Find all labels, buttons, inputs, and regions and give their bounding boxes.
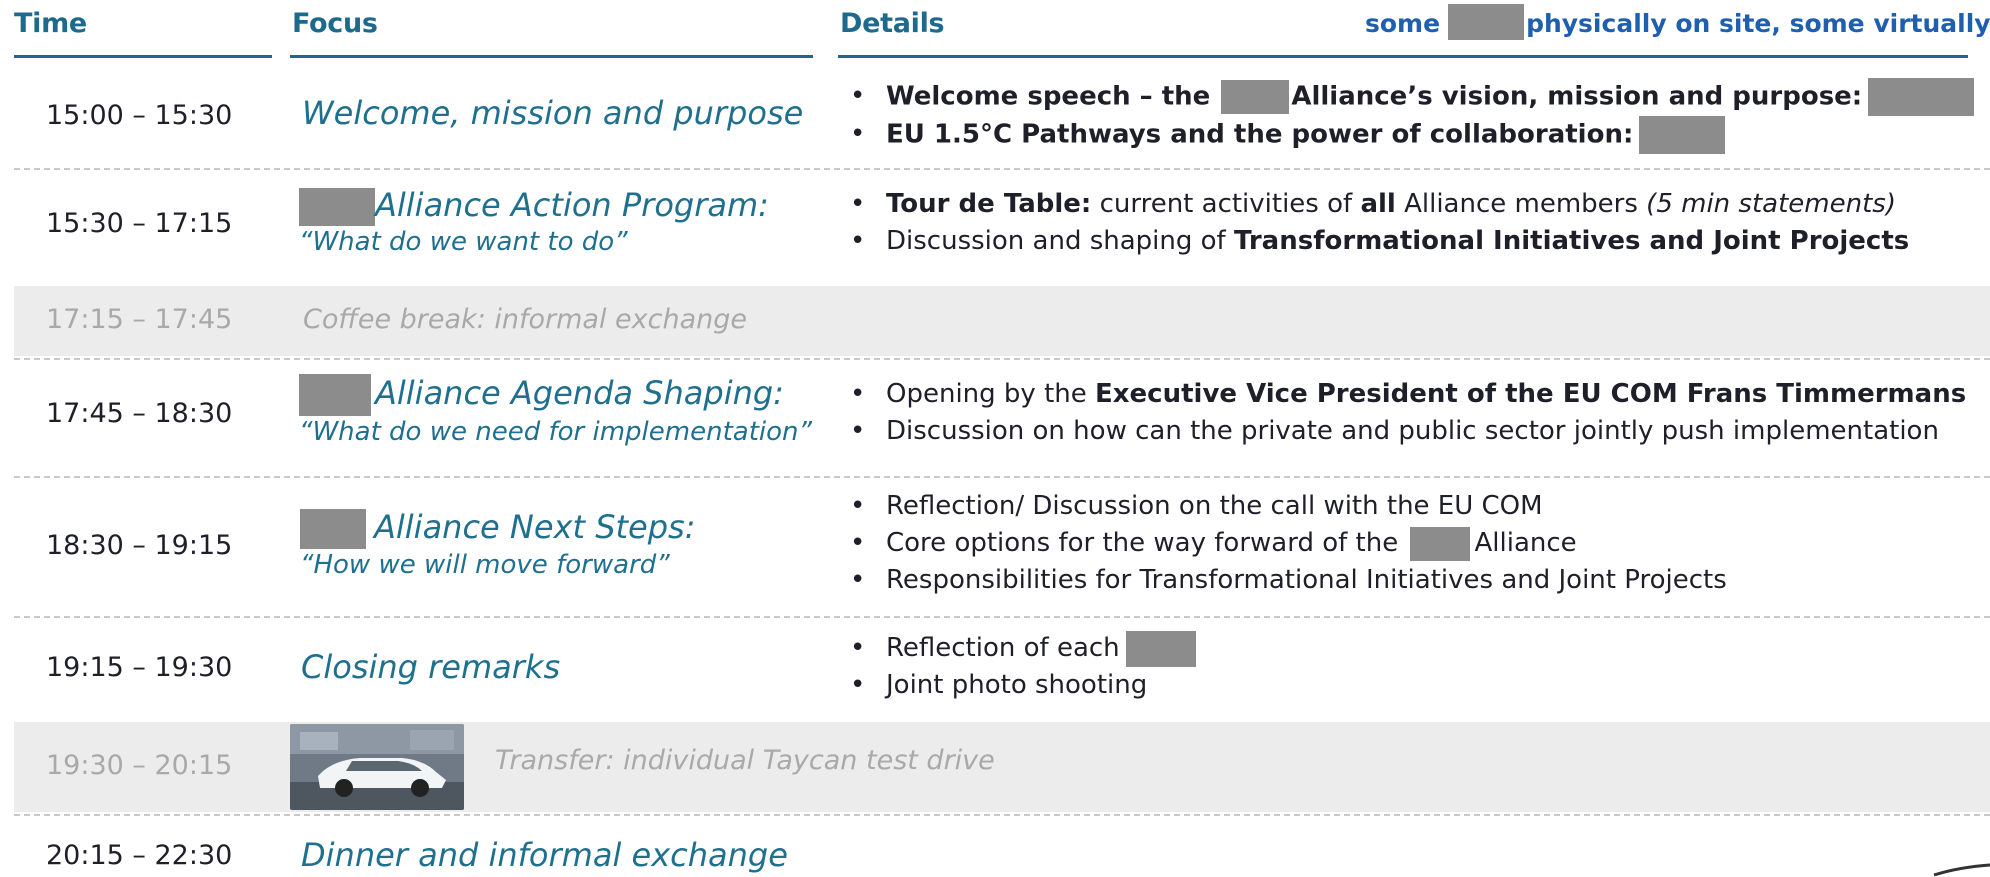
header-focus-rule xyxy=(290,55,813,58)
header-details: Details xyxy=(840,8,945,39)
detail-item: Opening by the Executive Vice President … xyxy=(848,376,1966,413)
focus-title: Alliance Agenda Shaping: xyxy=(299,374,812,416)
agenda-row-3: 17:15 – 17:45 Coffee break: informal exc… xyxy=(14,286,1990,356)
agenda-row-8: 20:15 – 22:30 Dinner and informal exchan… xyxy=(14,816,1990,877)
header-time-rule xyxy=(14,55,272,58)
detail-item: EU 1.5°C Pathways and the power of colla… xyxy=(848,116,1974,154)
row-focus: Welcome, mission and purpose xyxy=(302,94,803,132)
attendance-note-before: some xyxy=(1365,9,1441,38)
detail-item: Reflection of each xyxy=(848,630,1196,667)
redaction-block xyxy=(300,509,366,549)
attendance-note-after: physically on site, some virtually xyxy=(1526,9,1990,38)
row-details: Reflection of each Joint photo shooting xyxy=(848,630,1196,704)
agenda-row-2: 15:30 – 17:15 Alliance Action Program: “… xyxy=(14,170,1990,284)
detail-item: Discussion and shaping of Transformation… xyxy=(848,223,1909,260)
transfer-title: Transfer: individual Taycan test drive xyxy=(495,745,995,776)
car-image-icon xyxy=(290,724,464,810)
row-details: Tour de Table: current activities of all… xyxy=(848,186,1909,260)
focus-title: Closing remarks xyxy=(301,648,561,686)
row-focus: Alliance Agenda Shaping: “What do we nee… xyxy=(299,374,812,448)
agenda-row-4: 17:45 – 18:30 Alliance Agenda Shaping: “… xyxy=(14,360,1990,474)
detail-item: Reflection/ Discussion on the call with … xyxy=(848,488,1727,525)
detail-item: Discussion on how can the private and pu… xyxy=(848,413,1966,450)
redaction-block xyxy=(1448,4,1525,40)
detail-item: Core options for the way forward of the … xyxy=(848,525,1727,562)
redaction-block xyxy=(1868,78,1975,116)
row-details: Reflection/ Discussion on the call with … xyxy=(848,488,1727,599)
attendance-note: some physically on site, some virtually xyxy=(1365,4,1990,40)
taycan-photo xyxy=(290,724,464,810)
redaction-block xyxy=(299,374,371,416)
row-focus: Coffee break: informal exchange xyxy=(303,304,747,335)
row-focus: Closing remarks xyxy=(301,648,560,686)
agenda-row-6: 19:15 – 19:30 Closing remarks Reflection… xyxy=(14,618,1990,720)
header-focus: Focus xyxy=(292,8,378,39)
focus-subtitle: “What do we need for implementation” xyxy=(299,417,812,447)
detail-item: Responsibilities for Transformational In… xyxy=(848,562,1727,599)
redaction-block xyxy=(1125,630,1196,667)
focus-title: Alliance Next Steps: xyxy=(300,508,696,549)
row-time: 19:15 – 19:30 xyxy=(46,652,233,683)
focus-title: Alliance Action Program: xyxy=(299,186,769,226)
focus-title: Dinner and informal exchange xyxy=(301,836,788,874)
redaction-block xyxy=(1639,116,1726,154)
focus-title: Coffee break: informal exchange xyxy=(303,304,747,335)
row-time: 15:00 – 15:30 xyxy=(46,100,233,131)
detail-item: Welcome speech – the Alliance’s vision, … xyxy=(848,78,1975,116)
focus-subtitle: “How we will move forward” xyxy=(300,550,670,580)
row-time: 20:15 – 22:30 xyxy=(46,840,233,871)
detail-item: Joint photo shooting xyxy=(848,667,1196,704)
agenda-row-5: 18:30 – 19:15 Alliance Next Steps: “How … xyxy=(14,478,1990,614)
row-time: 17:45 – 18:30 xyxy=(46,398,233,429)
row-details: Opening by the Executive Vice President … xyxy=(848,376,1966,450)
row-details: Welcome speech – the Alliance’s vision, … xyxy=(848,78,1975,154)
redaction-block xyxy=(1410,526,1471,561)
row-time: 15:30 – 17:15 xyxy=(46,208,233,239)
row-time: 19:30 – 20:15 xyxy=(46,750,233,781)
focus-subtitle: “What do we want to do” xyxy=(299,227,628,257)
row-focus: Alliance Next Steps: “How we will move f… xyxy=(300,508,696,581)
header-time: Time xyxy=(14,8,87,39)
agenda-row-1: 15:00 – 15:30 Welcome, mission and purpo… xyxy=(14,68,1990,168)
row-focus: Alliance Action Program: “What do we wan… xyxy=(299,186,769,258)
row-focus: Dinner and informal exchange xyxy=(301,836,788,874)
header-details-rule xyxy=(838,55,1968,58)
redaction-block xyxy=(1221,80,1290,114)
row-time: 18:30 – 19:15 xyxy=(46,530,233,561)
focus-title: Welcome, mission and purpose xyxy=(302,94,804,132)
redaction-block xyxy=(299,188,375,226)
corner-stroke-icon xyxy=(1933,863,1990,877)
detail-item: Tour de Table: current activities of all… xyxy=(848,186,1909,223)
row-time: 17:15 – 17:45 xyxy=(46,304,233,335)
